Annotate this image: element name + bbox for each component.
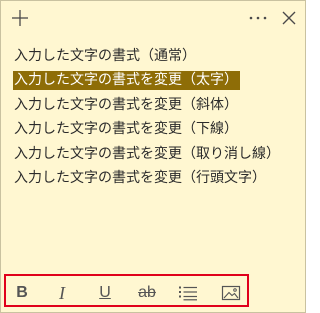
formatting-toolbar-highlight [4,274,249,307]
bullet-list-button[interactable] [177,282,199,304]
italic-button[interactable]: I [51,282,73,304]
image-icon [221,285,241,301]
close-button[interactable] [279,8,299,28]
note-line: 入力した文字の書式を変更（下線） [14,121,238,138]
note-line: 入力した文字の書式を変更（行頭文字） [14,169,266,186]
underline-button[interactable]: U [94,282,116,304]
sticky-note-window: 入力した文字の書式（通常） 入力した文字の書式を変更（太字） 入力した文字の書式… [0,0,306,313]
bold-button[interactable]: B [11,282,33,304]
plus-icon [12,10,28,26]
note-line: 入力した文字の書式を変更（斜体） [14,96,238,113]
note-line-selected: 入力した文字の書式を変更（太字） [13,71,240,91]
note-line: 入力した文字の書式（通常） [14,48,196,64]
more-options-button[interactable] [245,8,271,28]
more-options-icon [249,16,267,20]
new-note-button[interactable] [10,8,30,28]
title-bar [1,1,305,35]
note-text-area[interactable]: 入力した文字の書式（通常） 入力した文字の書式を変更（太字） 入力した文字の書式… [13,45,298,191]
bullet-list-icon [179,286,197,301]
close-icon [282,11,296,25]
strikethrough-button[interactable]: ab [136,282,158,304]
note-line: 入力した文字の書式を変更（取り消し線） [14,145,280,162]
add-image-button[interactable] [220,282,242,304]
